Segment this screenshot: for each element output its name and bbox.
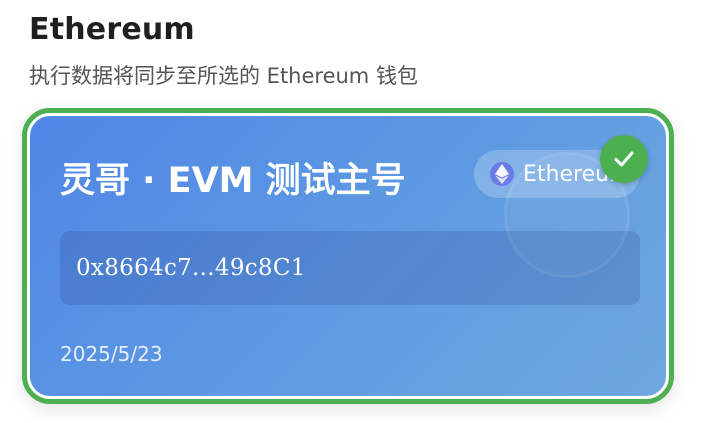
ethereum-icon [490,162,514,186]
wallet-address-box: 0x8664c7...49c8C1 [60,231,640,305]
page: Ethereum 执行数据将同步至所选的 Ethereum 钱包 灵哥 · EV… [0,0,705,423]
wallet-date: 2025/5/23 [60,342,163,366]
page-subtitle: 执行数据将同步至所选的 Ethereum 钱包 [29,64,418,88]
wallet-address: 0x8664c7...49c8C1 [76,255,306,281]
checkmark-icon [600,135,648,183]
wallet-card-selected-frame[interactable]: 灵哥 · EVM 测试主号 Ethereum 0x8664c7...49c8C1… [22,108,674,404]
wallet-name: 灵哥 · EVM 测试主号 [60,161,406,201]
wallet-card[interactable]: 灵哥 · EVM 测试主号 Ethereum 0x8664c7...49c8C1… [30,116,666,396]
page-title: Ethereum [29,12,195,47]
